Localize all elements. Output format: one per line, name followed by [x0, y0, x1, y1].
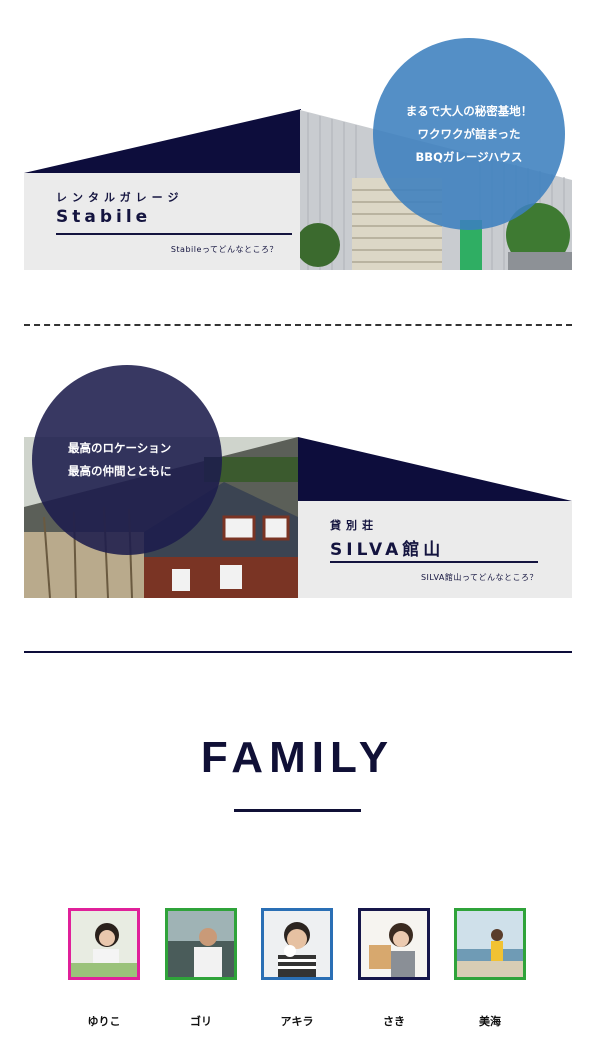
section-divider-dashed [24, 324, 572, 326]
member-name: ゆりこ [87, 1015, 121, 1028]
silva-name: SILVA館山 [330, 540, 445, 560]
stabile-catchcopy-circle: まるで大人の秘密基地！ ワクワクが詰まった BBQガレージハウス [373, 38, 565, 230]
person-photo-icon[interactable] [165, 908, 237, 980]
silva-name-underline [330, 561, 538, 563]
silva-roof-shape [298, 437, 572, 501]
stabile-catch-line-3: BBQガレージハウス [415, 149, 523, 164]
member-name: アキラ [280, 1015, 314, 1028]
family-member-gori[interactable]: ゴリ [162, 908, 240, 1029]
family-heading-underline [234, 809, 361, 812]
person-photo-icon[interactable] [68, 908, 140, 980]
member-name: 美海 [479, 1015, 501, 1028]
stabile-catch-line-2: ワクワクが詰まった [417, 126, 521, 141]
family-member-mimi[interactable]: 美海 [451, 908, 529, 1029]
family-member-saki[interactable]: さき [355, 908, 433, 1029]
member-name: ゴリ [190, 1015, 212, 1028]
silva-detail-link[interactable]: SILVA館山ってどんなところ？ [421, 572, 538, 583]
silva-catchcopy-circle: 最高のロケーション 最高の仲間とともに [32, 365, 222, 555]
stabile-name-underline [56, 233, 292, 235]
person-photo-icon[interactable] [358, 908, 430, 980]
family-heading: FAMILY [200, 733, 395, 782]
silva-catch-line-2: 最高の仲間とともに [68, 464, 172, 478]
person-photo-icon[interactable] [454, 908, 526, 980]
family-member-yuriko[interactable]: ゆりこ [65, 908, 143, 1029]
silva-label-box: 貸別荘 SILVA館山 SILVA館山ってどんなところ？ [298, 501, 572, 598]
silva-subtitle: 貸別荘 [330, 519, 378, 532]
section-divider-solid [24, 651, 572, 653]
member-name: さき [383, 1015, 405, 1028]
family-member-akira[interactable]: アキラ [258, 908, 336, 1029]
stabile-roof-shape [24, 109, 301, 173]
silva-catch-line-1: 最高のロケーション [68, 441, 172, 455]
stabile-detail-link[interactable]: Stabileってどんなところ？ [171, 244, 278, 255]
person-photo-icon[interactable] [261, 908, 333, 980]
stabile-catch-line-1: まるで大人の秘密基地！ [405, 103, 533, 118]
stabile-subtitle: レンタルガレージ [56, 191, 184, 204]
stabile-label-box: レンタルガレージ Stabile Stabileってどんなところ？ [24, 173, 300, 270]
stabile-name: Stabile [56, 207, 152, 227]
